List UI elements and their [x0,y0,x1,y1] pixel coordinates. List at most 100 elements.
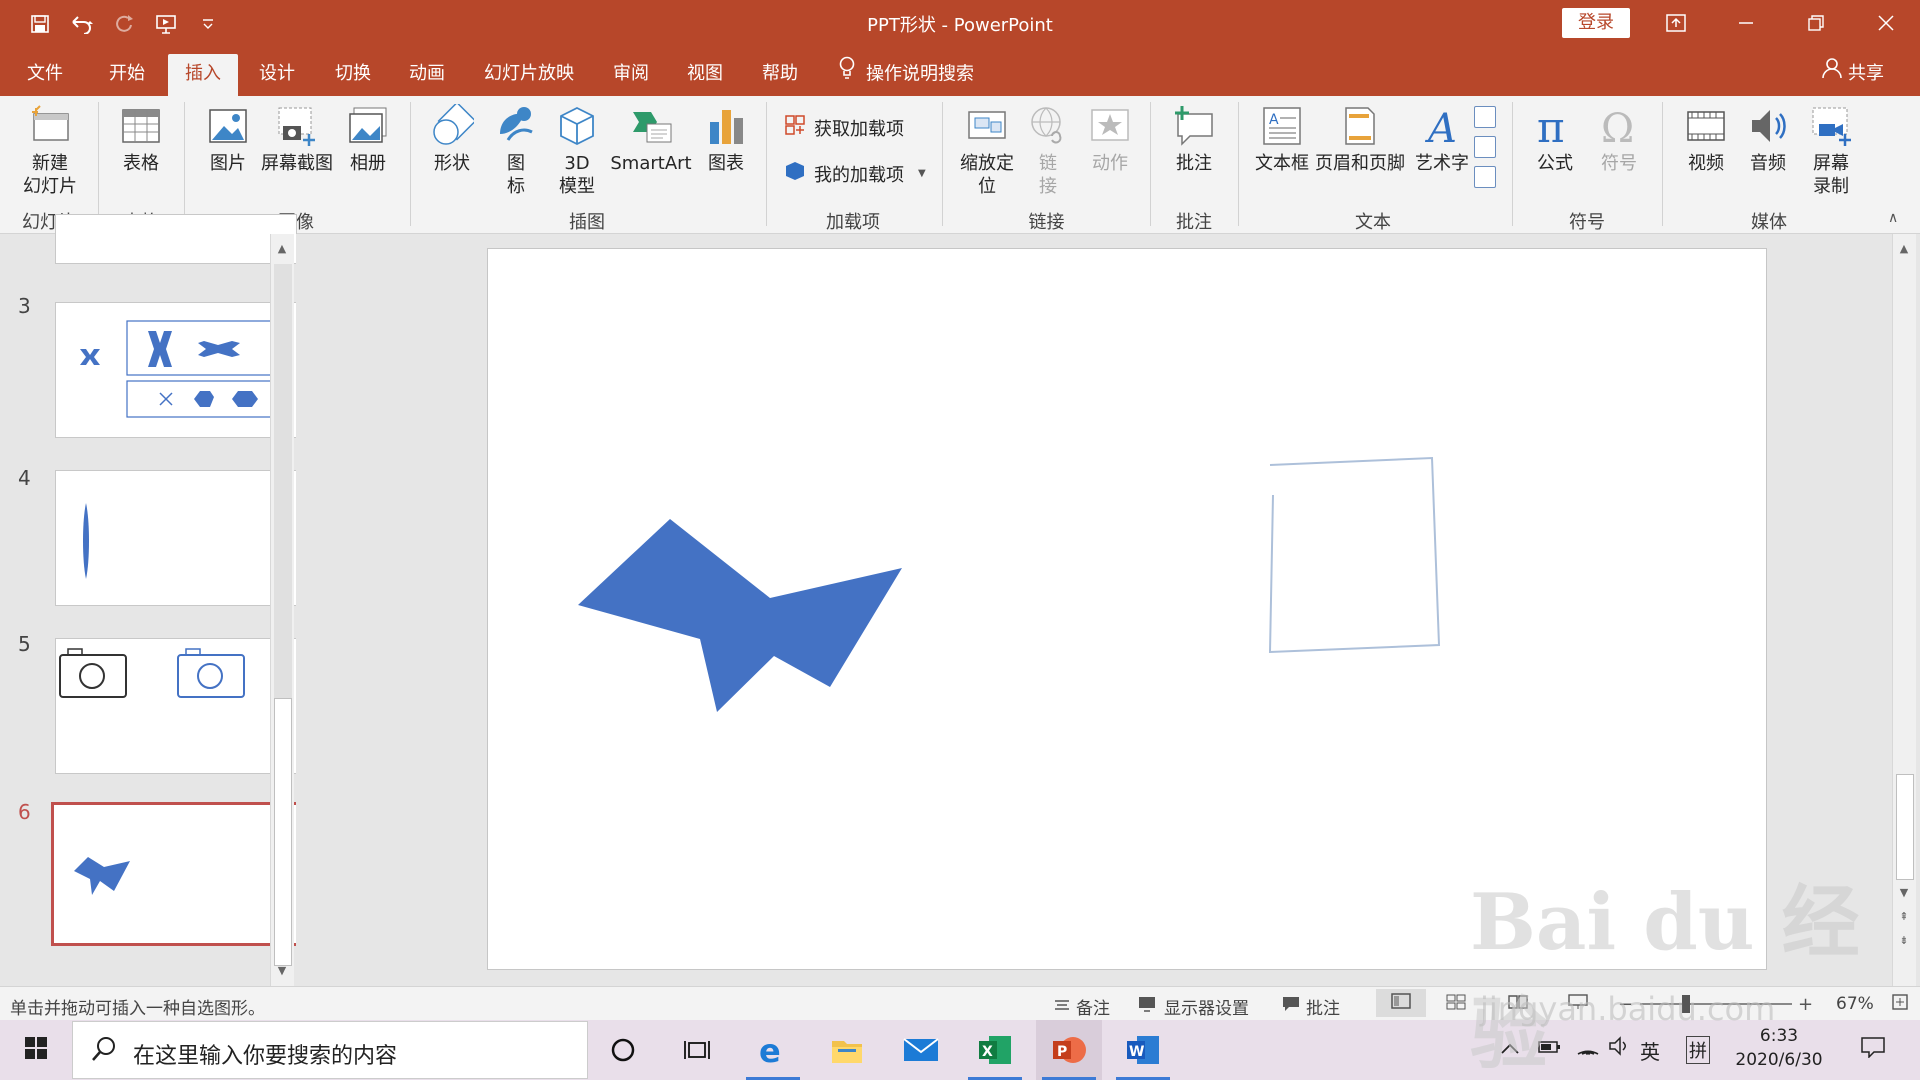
separator [1238,102,1239,226]
cortana-icon[interactable] [590,1020,656,1080]
tab-help[interactable]: 帮助 [749,56,811,96]
ribbon-display-options-icon[interactable] [1646,0,1706,46]
my-addins-button[interactable]: 我的加载项 ▼ [784,160,926,187]
freeform-shape-outline [1268,456,1441,654]
new-slide-button[interactable]: 新建 幻灯片 [14,104,86,198]
task-view-icon[interactable] [664,1020,730,1080]
group-symbols-label: 符号 [1569,212,1605,233]
icons-button[interactable]: 图 标 [490,104,542,198]
slide-thumbnail-5[interactable] [55,638,297,774]
screenshot-button[interactable]: 屏幕截图 [258,104,336,175]
audio-button[interactable]: 音频 [1738,104,1798,175]
tab-transitions[interactable]: 切换 [322,56,384,96]
tab-insert[interactable]: 插入 [168,54,238,96]
slide-thumbnail-2[interactable] [55,214,297,264]
action-button[interactable]: 动作 [1080,104,1140,175]
tab-home[interactable]: 开始 [96,56,158,96]
3d-model-button[interactable]: 3D 模型 [546,104,608,198]
group-text-label: 文本 [1355,212,1391,233]
slide-thumbnail-3[interactable] [55,302,297,438]
edge-browser-icon[interactable]: e [740,1020,806,1080]
photo-album-button[interactable]: 相册 [336,104,400,175]
equation-button[interactable]: π 公式 [1524,103,1586,175]
notes-label: 备注 [1076,999,1110,1019]
login-button[interactable]: 登录 [1562,8,1630,38]
header-footer-label: 页眉和页脚 [1315,153,1405,174]
notes-button[interactable]: 备注 [1054,994,1110,1019]
share-button[interactable]: 共享 [1822,56,1884,92]
tab-animations[interactable]: 动画 [396,56,458,96]
thumbnail-3-content [80,320,281,418]
date-time-icon[interactable] [1474,106,1496,128]
display-settings-button[interactable]: 显示器设置 [1138,994,1249,1019]
collapse-ribbon-icon[interactable]: ∧ [1888,210,1898,226]
link-button[interactable]: 链 接 [1022,104,1074,198]
slide-number-selected: 6 [18,800,31,824]
normal-view-button[interactable] [1376,989,1426,1017]
table-button[interactable]: 表格 [108,104,174,175]
comments-status-button[interactable]: 批注 [1282,994,1340,1019]
tell-me-search[interactable]: 操作说明搜索 [838,56,974,92]
share-label: 共享 [1848,63,1884,84]
start-button[interactable] [0,1020,72,1080]
slide-thumbnail-4[interactable] [55,470,297,606]
tab-file[interactable]: 文件 [14,56,76,96]
textbox-icon: A [1260,104,1304,148]
smartart-button[interactable]: SmartArt [608,104,694,175]
textbox-button[interactable]: A 文本框 [1250,104,1314,175]
header-footer-button[interactable]: 页眉和页脚 [1312,104,1408,175]
screenshot-label: 屏幕截图 [261,153,333,174]
separator [1512,102,1513,226]
tab-view[interactable]: 视图 [674,56,736,96]
video-button[interactable]: 视频 [1676,104,1736,175]
object-icon[interactable] [1474,166,1496,188]
comment-label: 批注 [1176,153,1212,174]
symbol-button[interactable]: Ω 符号 [1588,104,1650,175]
slide-sorter-button[interactable] [1446,994,1466,1015]
normal-view-icon [1391,992,1411,1014]
monitor-icon [1138,996,1158,1017]
restore-icon[interactable] [1786,0,1846,46]
minimize-icon[interactable] [1716,0,1776,46]
scroll-thumb[interactable] [274,698,292,966]
separator [1662,102,1663,226]
slide-number: 4 [18,466,31,490]
group-illustrations-label: 插图 [569,212,605,233]
tab-review[interactable]: 审阅 [600,56,662,96]
separator [184,102,185,226]
photo-album-label: 相册 [350,153,386,174]
close-icon[interactable] [1856,0,1916,46]
svg-text:P: P [1057,1044,1067,1060]
group-media-label: 媒体 [1751,212,1787,233]
svg-text:W: W [1129,1044,1144,1060]
scroll-track [274,264,292,698]
picture-button[interactable]: 图片 [196,104,260,175]
scroll-down-icon[interactable]: ▼ [271,960,293,982]
excel-icon[interactable]: X [962,1020,1028,1080]
slide-thumbnail-6[interactable] [51,802,301,946]
file-explorer-icon[interactable] [814,1020,880,1080]
thumbnail-scrollbar[interactable]: ▲ ▼ [270,234,294,986]
slide-number-icon[interactable] [1474,136,1496,158]
screen-record-icon [1809,104,1853,148]
powerpoint-icon[interactable]: P [1036,1020,1102,1080]
chart-button[interactable]: 图表 [696,104,756,175]
tab-slideshow[interactable]: 幻灯片放映 [474,56,584,96]
mail-icon[interactable] [888,1020,954,1080]
screen-recording-button[interactable]: 屏幕 录制 [1800,104,1862,198]
title-bar: PPT形状 - PowerPoint 登录 [0,0,1920,46]
word-icon[interactable]: W [1110,1020,1176,1080]
shapes-button[interactable]: 形状 [420,101,484,175]
tab-design[interactable]: 设计 [246,56,308,96]
status-hint: 单击并拖动可插入一种自选图形。 [10,999,265,1019]
zoom-button[interactable]: 缩放定 位 [952,104,1022,198]
wordart-button[interactable]: A 艺术字 [1410,104,1474,175]
wordart-icon: A [1420,104,1464,152]
taskbar-search-input[interactable]: 在这里输入你要搜索的内容 [72,1021,588,1079]
comment-button[interactable]: 批注 [1160,104,1228,175]
separator [410,102,411,226]
scroll-up-icon[interactable]: ▲ [1893,238,1915,260]
scroll-up-icon[interactable]: ▲ [271,238,293,260]
textbox-label: 文本框 [1255,153,1309,174]
get-addins-button[interactable]: 获取加载项 [784,114,904,141]
